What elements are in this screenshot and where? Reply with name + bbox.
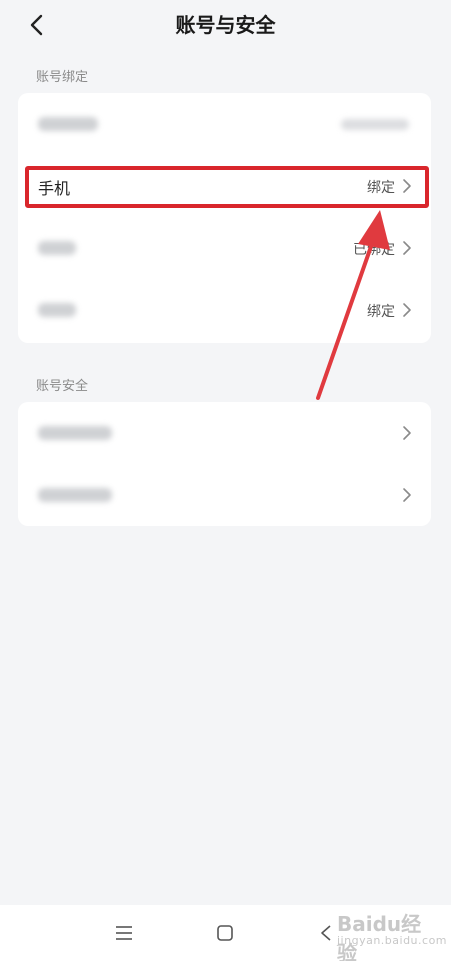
security-card [18, 402, 431, 526]
security-row-2[interactable] [18, 464, 431, 526]
home-button[interactable] [211, 919, 239, 947]
blurred-label [38, 241, 76, 255]
chevron-right-icon [403, 488, 411, 502]
chevron-right-icon [403, 303, 411, 317]
blurred-label [38, 117, 98, 131]
section-label-security: 账号安全 [36, 379, 89, 394]
back-triangle-icon [321, 925, 331, 941]
binding-row-4[interactable]: 绑定 [18, 279, 431, 341]
binding-row-account[interactable] [18, 93, 431, 155]
binding-row-3[interactable]: 已绑定 [18, 217, 431, 279]
blurred-label [38, 303, 76, 317]
blurred-label [38, 426, 112, 440]
security-row-1[interactable] [18, 402, 431, 464]
binding-card: 手机 绑定 已绑定 绑定 [18, 93, 431, 343]
app-header: 账号与安全 [0, 0, 451, 50]
row-status: 绑定 [367, 304, 395, 320]
chevron-right-icon [403, 241, 411, 255]
menu-button[interactable] [110, 919, 138, 947]
highlight-box [25, 166, 429, 208]
blurred-value [341, 119, 409, 130]
system-back-button[interactable] [312, 919, 340, 947]
section-label-binding: 账号绑定 [36, 70, 89, 85]
blurred-label [38, 488, 112, 502]
system-nav-bar [0, 905, 451, 961]
chevron-right-icon [403, 426, 411, 440]
home-square-icon [217, 925, 233, 941]
menu-icon [116, 926, 132, 940]
row-status: 已绑定 [353, 242, 395, 258]
page-title: 账号与安全 [175, 13, 276, 37]
